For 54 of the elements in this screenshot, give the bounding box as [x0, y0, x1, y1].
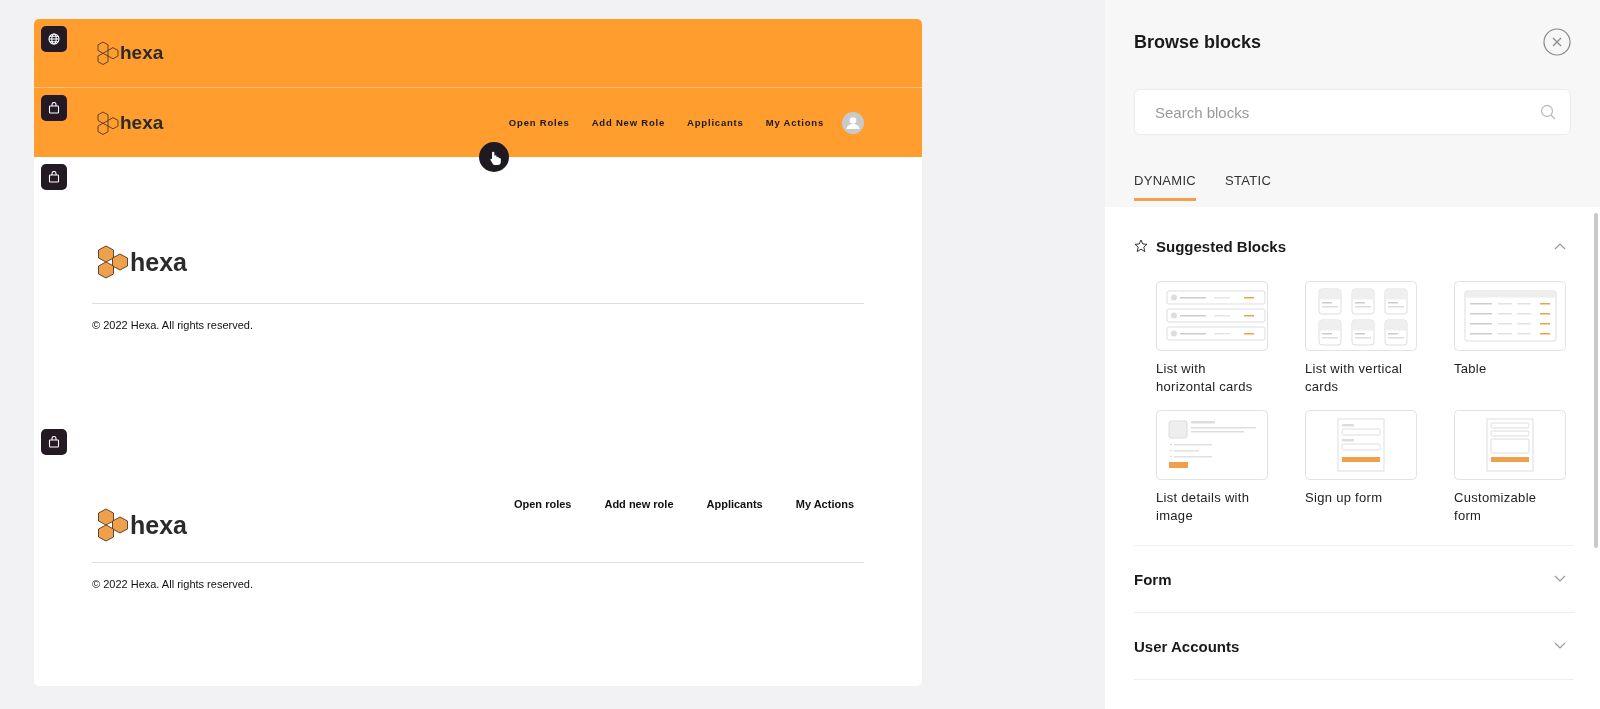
logo-text: hexa [130, 510, 187, 540]
hand-cursor-icon [479, 142, 509, 172]
tab[interactable]: STATIC [1225, 173, 1272, 201]
block-label: Table [1454, 360, 1488, 378]
chevron-down-icon [1554, 642, 1566, 650]
block-label: List details with image [1156, 489, 1251, 525]
search-icon [1540, 104, 1556, 120]
block-preview-drawing[interactable] [1156, 410, 1268, 480]
bag-icon[interactable] [41, 429, 67, 455]
search-field[interactable]: Search blocks [1134, 89, 1571, 135]
chevron-down-icon [1554, 575, 1566, 583]
block-label: Sign up form [1305, 489, 1384, 507]
nav-link[interactable]: Open roles [513, 498, 572, 510]
bag-icon[interactable] [41, 95, 67, 121]
tab[interactable]: DYNAMIC [1134, 173, 1197, 201]
chevron-up-icon [1554, 242, 1566, 250]
accordion-header[interactable]: Suggested Blocks [1134, 207, 1574, 285]
block-preview-drawing[interactable] [1454, 410, 1566, 480]
hexagons-logo-icon [97, 110, 119, 135]
logo-text: hexa [130, 247, 187, 277]
nav-link[interactable]: Applicants [706, 498, 763, 510]
block-label: List with vertical cards [1305, 360, 1404, 396]
hexagons-logo-icon [97, 245, 129, 279]
logo-text: hexa [120, 111, 164, 134]
block-preview-drawing[interactable] [1156, 281, 1268, 351]
globe-icon[interactable] [41, 26, 67, 52]
group-title: Form [1134, 570, 1172, 588]
group-title: Suggested Blocks [1156, 237, 1287, 255]
avatar-icon[interactable] [842, 111, 864, 134]
bag-icon[interactable] [41, 164, 67, 190]
copyright-text: © 2022 Hexa. All rights reserved. [92, 578, 254, 590]
nav-link[interactable]: Open Roles [508, 117, 570, 128]
hexagons-logo-icon [97, 41, 119, 65]
block-preview-drawing[interactable] [1305, 410, 1417, 480]
block-label: Customizable form [1454, 489, 1538, 525]
accordion-header[interactable]: Form [1134, 546, 1574, 612]
nav-link[interactable]: Applicants [687, 117, 744, 128]
nav-link[interactable]: My Actions [795, 498, 854, 510]
logo-text: hexa [120, 42, 164, 64]
copyright-text: © 2022 Hexa. All rights reserved. [92, 319, 254, 331]
block-preview-drawing[interactable] [1454, 281, 1566, 351]
panel-title: Browse blocks [1134, 31, 1262, 53]
search-input[interactable]: Search blocks [1153, 102, 1540, 122]
nav-link[interactable]: My Actions [765, 117, 824, 128]
nav-link[interactable]: Add new role [604, 498, 674, 510]
accordion-header[interactable]: User Accounts [1134, 613, 1574, 679]
scrollbar-thumb[interactable] [1594, 213, 1598, 548]
hexagons-logo-icon [97, 508, 129, 542]
group-title: User Accounts [1134, 637, 1240, 655]
block-label: List with horizontal cards [1156, 360, 1254, 396]
star-icon [1134, 239, 1148, 253]
nav-link[interactable]: Add New Role [591, 117, 666, 128]
block-preview-drawing[interactable] [1305, 281, 1417, 351]
close-button[interactable] [1543, 28, 1571, 56]
